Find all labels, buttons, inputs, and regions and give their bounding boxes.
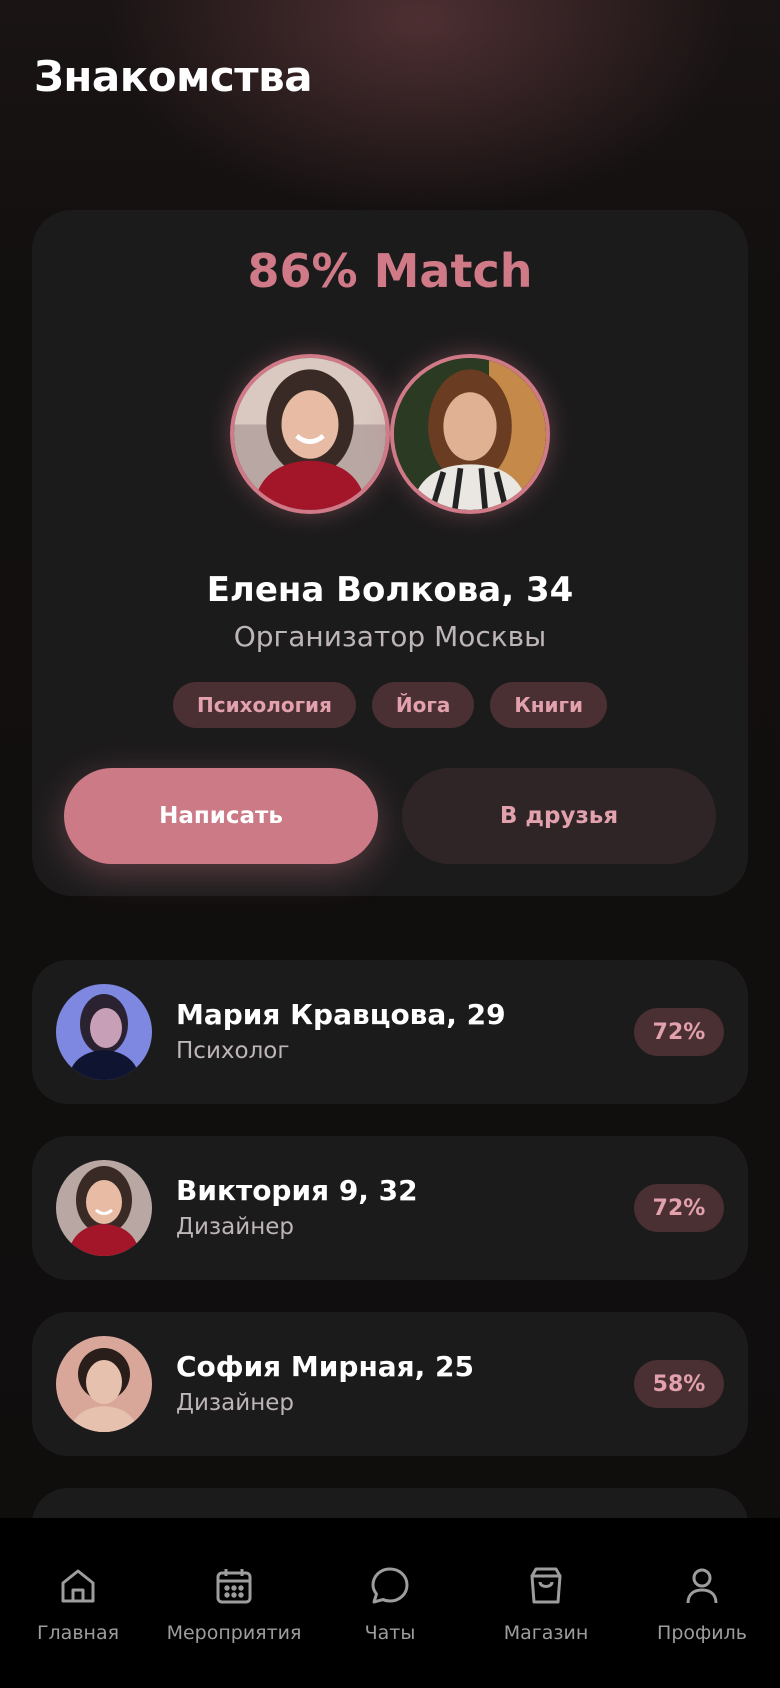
avatar-pair xyxy=(32,354,748,514)
match-score: 86% Match xyxy=(247,244,533,298)
nav-label: Профиль xyxy=(657,1622,747,1644)
user-icon xyxy=(686,1568,718,1604)
person-name: Мария Кравцова, 29 xyxy=(176,998,506,1031)
person-name: София Мирная, 25 xyxy=(176,1350,475,1383)
avatar xyxy=(56,984,152,1080)
chat-icon xyxy=(371,1567,409,1604)
calendar-icon xyxy=(216,1569,252,1604)
add-friend-button[interactable]: В друзья xyxy=(402,768,716,864)
match-badge: 72% xyxy=(634,1008,724,1056)
interest-tags: Психология Йога Книги xyxy=(32,682,748,728)
person-role: Дизайнер xyxy=(176,1390,294,1416)
tag: Йога xyxy=(371,682,475,728)
tag: Книги xyxy=(490,682,608,728)
bag-icon xyxy=(530,1567,562,1604)
person-name: Виктория 9, 32 xyxy=(176,1174,418,1207)
person-role: Психолог xyxy=(176,1038,290,1064)
avatar xyxy=(56,1336,152,1432)
list-item[interactable]: София Мирная, 25 Дизайнер 58% xyxy=(32,1312,748,1456)
nav-item-home[interactable]: Главная xyxy=(0,1518,156,1688)
list-item[interactable]: Виктория 9, 32 Дизайнер 72% xyxy=(32,1136,748,1280)
nav-item-events[interactable]: Мероприятия xyxy=(156,1518,312,1688)
tag: Психология xyxy=(172,682,356,728)
page-title: Знакомства xyxy=(34,52,313,101)
featured-name: Елена Волкова, 34 xyxy=(206,570,574,610)
dating-screen: Знакомства 86% Match Елена Волкова, 34 О… xyxy=(0,0,780,1688)
avatar xyxy=(56,1160,152,1256)
avatar[interactable] xyxy=(230,354,390,514)
nav-label: Мероприятия xyxy=(166,1622,302,1644)
nav-item-chats[interactable]: Чаты xyxy=(312,1518,468,1688)
match-badge: 72% xyxy=(634,1184,724,1232)
match-badge: 58% xyxy=(634,1360,724,1408)
home-icon xyxy=(61,1569,95,1603)
nav-item-shop[interactable]: Магазин xyxy=(468,1518,624,1688)
nav-item-profile[interactable]: Профиль xyxy=(624,1518,780,1688)
nav-label: Главная xyxy=(36,1622,120,1644)
featured-role: Организатор Москвы xyxy=(233,620,547,653)
person-role: Дизайнер xyxy=(176,1214,294,1240)
nav-label: Магазин xyxy=(503,1622,589,1644)
write-button[interactable]: Написать xyxy=(64,768,378,864)
list-item[interactable]: Мария Кравцова, 29 Психолог 72% xyxy=(32,960,748,1104)
featured-match-card[interactable]: 86% Match Елена Волкова, 34 Организатор … xyxy=(32,210,748,896)
avatar[interactable] xyxy=(390,354,550,514)
bottom-nav: Главная Мероприятия Чаты Магазин Профиль xyxy=(0,1518,780,1688)
nav-label: Чаты xyxy=(364,1622,416,1644)
